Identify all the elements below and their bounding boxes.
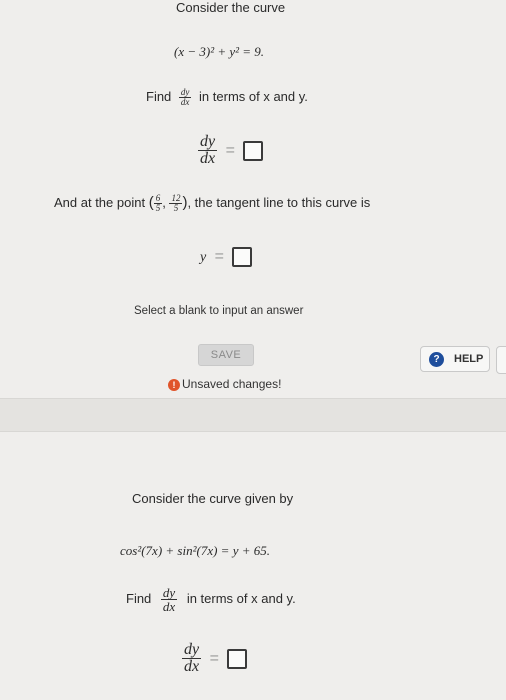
q1-find-fraction: dy dx — [178, 88, 192, 107]
warning-icon: ! — [168, 378, 180, 391]
q1-find-row: Find dy dx in terms of x and y. — [146, 88, 308, 107]
q2-find-fraction: dy dx — [160, 585, 178, 614]
q1-deriv-fraction: dy dx — [198, 133, 218, 167]
q1-intro: Consider the curve — [176, 0, 286, 15]
section-divider-bottom — [0, 431, 506, 432]
q1-comma: , — [162, 195, 170, 210]
q2-find-prefix: Find — [126, 590, 152, 606]
q2-deriv-answer-blank[interactable] — [227, 648, 248, 669]
q1-point-x: 6 5 — [153, 194, 163, 214]
q1-equation: (x − 3)² + y² = 9. — [174, 44, 265, 59]
q2-find-suffix: in terms of x and y. — [186, 590, 296, 606]
q1-find-prefix: Find — [146, 88, 172, 104]
next-button-partial[interactable] — [496, 346, 506, 374]
q1-deriv-answer-row: dy dx = — [198, 133, 264, 167]
q2-equation: cos²(7x) + sin²(7x) = y + 65. — [120, 543, 270, 558]
q1-deriv-den: dx — [200, 150, 216, 167]
q2-deriv-den: dx — [184, 658, 200, 675]
q1-point-prefix: And at the point — [54, 195, 146, 210]
q1-deriv-equals: = — [225, 141, 235, 159]
q1-point-row: And at the point ( 6 5 , 12 5 ), the tan… — [54, 194, 370, 213]
q2-deriv-fraction: dy dx — [182, 641, 202, 675]
q2-find-row: Find dy dx in terms of x and y. — [126, 586, 296, 613]
q1-y-label: y — [200, 250, 207, 266]
q1-point-x-den: 5 — [155, 203, 161, 214]
q1-deriv-num: dy — [198, 133, 218, 151]
select-hint: Select a blank to input an answer — [134, 305, 304, 317]
q1-tangent-answer-blank[interactable] — [232, 247, 253, 267]
unsaved-text: Unsaved changes! — [182, 377, 282, 391]
q2-deriv-equals: = — [209, 649, 219, 667]
q2-intro: Consider the curve given by — [132, 491, 294, 506]
q1-tangent-equals: = — [214, 248, 225, 266]
q1-point-y: 12 5 — [169, 194, 183, 214]
q2-find-den: dx — [162, 599, 176, 614]
q2-deriv-num: dy — [182, 641, 202, 659]
q1-tangent-answer-row: y = — [200, 247, 253, 267]
q2-deriv-answer-row: dy dx = — [182, 641, 248, 675]
q1-point-y-den: 5 — [173, 203, 179, 214]
q1-point-suffix: , the tangent line to this curve is — [187, 195, 371, 210]
q2-find-num: dy — [160, 585, 178, 600]
unsaved-status: ! Unsaved changes! — [168, 377, 281, 391]
help-button[interactable]: ? HELP — [420, 346, 490, 372]
help-label: HELP — [454, 353, 484, 365]
q1-deriv-answer-blank[interactable] — [243, 140, 264, 161]
section-divider-band — [0, 399, 506, 431]
save-button[interactable]: SAVE — [198, 344, 254, 366]
help-question-icon: ? — [429, 352, 444, 367]
q1-find-suffix: in terms of x and y. — [199, 88, 308, 104]
q1-find-den: dx — [180, 97, 190, 107]
